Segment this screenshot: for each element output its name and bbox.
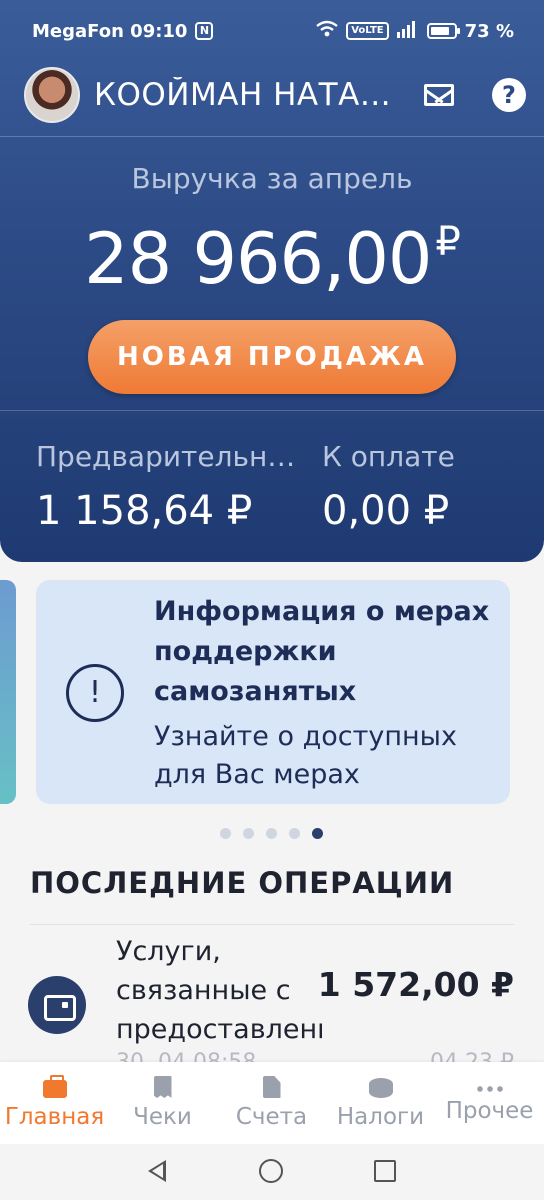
nav-label: Главная (4, 1104, 105, 1130)
nav-item-taxes[interactable]: Налоги (326, 1062, 435, 1144)
section-divider (30, 924, 514, 925)
preliminary-tax-value[interactable]: 1 158,64 ₽ (36, 488, 252, 534)
bottom-navigation: Главная Чеки Счета Налоги Прочее (0, 1062, 544, 1144)
document-icon (262, 1076, 281, 1098)
battery-icon (426, 23, 460, 39)
system-navigation-bar (0, 1144, 544, 1200)
recent-operations-title: ПОСЛЕДНИЕ ОПЕРАЦИИ (30, 866, 455, 900)
signal-icon (396, 20, 419, 43)
revenue-amount: 28 966,00 ₽ (0, 218, 544, 300)
support-info-card[interactable]: ! Информация о мерах поддержки самозанят… (36, 580, 510, 804)
back-icon[interactable] (148, 1160, 166, 1182)
operation-title: Услуги, связанные с предоставлением (116, 936, 322, 1045)
briefcase-icon (42, 1075, 67, 1098)
coins-icon (368, 1078, 393, 1098)
profile-name[interactable]: КООЙМАН НАТАЛЬЯ (94, 77, 394, 113)
nav-label: Счета (235, 1104, 308, 1130)
status-bar: MegaFon 09:10 N VoLTE 73 % (32, 14, 514, 48)
preliminary-tax-label[interactable]: Предварительный налог (36, 440, 308, 473)
exclamation-icon: ! (66, 664, 124, 722)
home-icon[interactable] (259, 1159, 283, 1183)
volte-icon: VoLTE (346, 22, 389, 40)
carousel-indicator (220, 828, 323, 839)
info-card-subtitle: Узнайте о доступных для Вас мерах (154, 721, 457, 790)
mail-icon[interactable] (424, 84, 454, 106)
nav-item-home[interactable]: Главная (0, 1062, 109, 1144)
profile-row: КООЙМАН НАТАЛЬЯ ? (24, 66, 526, 124)
nfc-icon: N (195, 22, 214, 40)
info-card-title: Информация о мерах поддержки самозанятых (154, 596, 490, 707)
nav-label: Налоги (336, 1104, 425, 1130)
previous-card-edge[interactable] (0, 580, 16, 804)
carousel-dot[interactable] (289, 828, 300, 839)
help-icon[interactable]: ? (492, 78, 526, 112)
nav-item-invoices[interactable]: Счета (217, 1062, 326, 1144)
carrier-time: MegaFon 09:10 (32, 20, 188, 42)
new-sale-button[interactable]: НОВАЯ ПРОДАЖА (88, 320, 456, 394)
carousel-dot[interactable] (243, 828, 254, 839)
to-pay-value[interactable]: 0,00 ₽ (322, 488, 449, 534)
receipt-icon (153, 1076, 172, 1098)
nav-item-receipts[interactable]: Чеки (108, 1062, 217, 1144)
revenue-label: Выручка за апрель (131, 162, 413, 195)
wifi-icon (316, 20, 338, 43)
header-divider (0, 136, 544, 137)
to-pay-label[interactable]: К оплате (322, 440, 522, 473)
nav-label: Прочее (445, 1098, 534, 1124)
nav-label: Чеки (133, 1104, 192, 1130)
revenue-currency: ₽ (435, 219, 460, 265)
battery-percent: 73 % (464, 20, 514, 42)
carousel-dot-active[interactable] (312, 828, 323, 839)
stats-divider (0, 410, 544, 411)
operation-amount: 1 572,00 ₽ (317, 965, 514, 1004)
wallet-icon (28, 976, 86, 1034)
more-dots-icon (474, 1086, 505, 1092)
hero-panel: MegaFon 09:10 N VoLTE 73 % КООЙМАН НАТАЛ… (0, 0, 544, 562)
nav-item-more[interactable]: Прочее (435, 1062, 544, 1144)
revenue-value: 28 966,00 (84, 218, 432, 300)
carousel-dot[interactable] (220, 828, 231, 839)
carousel-dot[interactable] (266, 828, 277, 839)
avatar[interactable] (24, 67, 80, 123)
recent-apps-icon[interactable] (374, 1160, 396, 1182)
